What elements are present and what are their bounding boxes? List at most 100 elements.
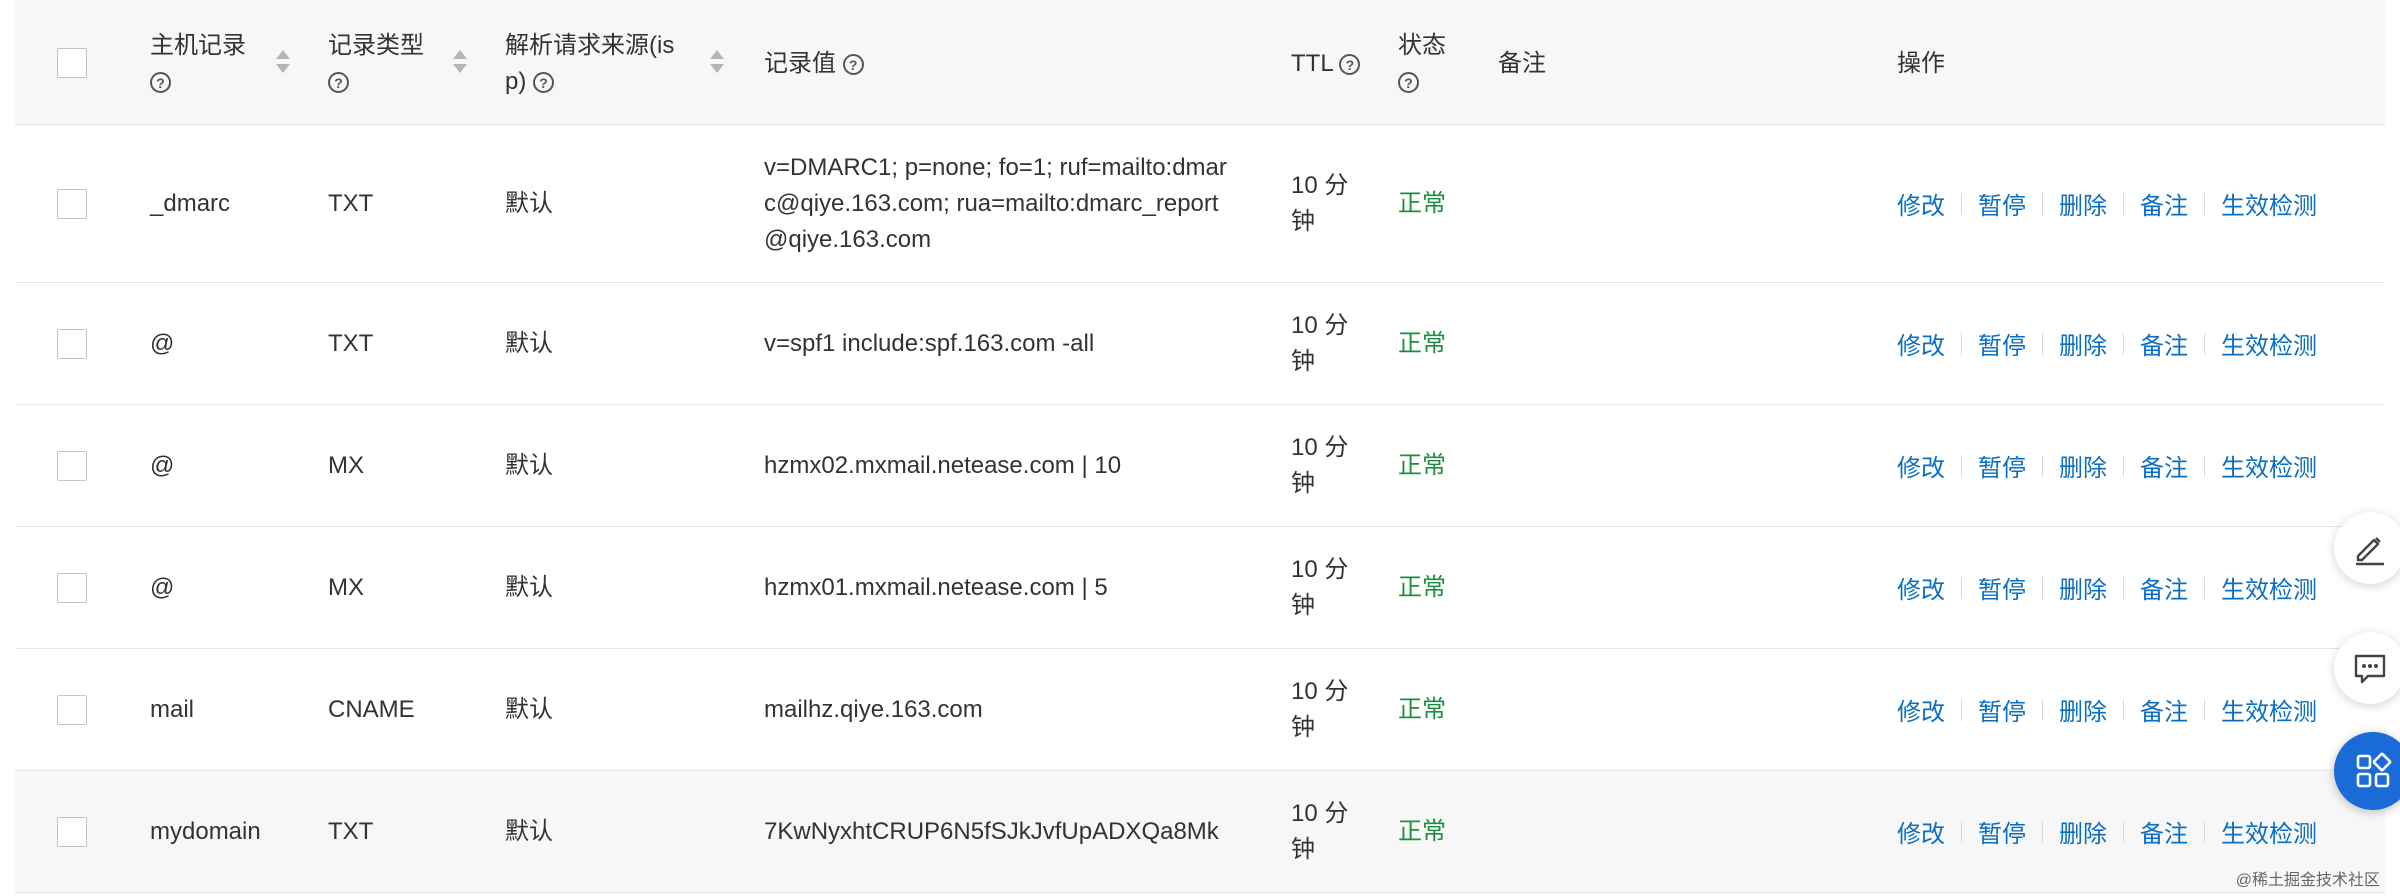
help-icon[interactable]: ? [328, 72, 349, 94]
host-cell: _dmarc [150, 190, 231, 217]
table-header: 主机记录 ? 记录类型 ? 解析请求来源(is p) ? 记录值 ? TTL ?… [15, 0, 2385, 125]
edit-link[interactable]: 修改 [1897, 448, 1945, 483]
action-divider [1961, 576, 1962, 599]
sort-icon[interactable] [275, 48, 291, 76]
comment-float-button[interactable] [2334, 632, 2400, 704]
help-icon[interactable]: ? [842, 54, 864, 76]
value-line: v=spf1 include:spf.163.com -all [764, 330, 1095, 357]
ttl-line: 10 分 [1291, 312, 1349, 339]
delete-link[interactable]: 删除 [2059, 186, 2107, 221]
host-cell: @ [150, 330, 175, 357]
sort-icon[interactable] [452, 48, 468, 76]
table-row: @ MX 默认 hzmx02.mxmail.netease.com | 10 10 分钟… [15, 405, 2385, 527]
pause-link[interactable]: 暂停 [1978, 448, 2026, 483]
watermark: @稀土掘金技术社区 [2235, 872, 2380, 889]
action-divider [2123, 192, 2124, 215]
edit-link[interactable]: 修改 [1897, 692, 1945, 727]
pause-link[interactable]: 暂停 [1978, 570, 2026, 605]
value-cell: hzmx01.mxmail.netease.com | 5 [764, 570, 1108, 606]
status-cell: 正常 [1398, 696, 1446, 723]
value-line: c@qiye.163.com; rua=mailto:dmarc_report [764, 190, 1219, 217]
value-cell: v=DMARC1; p=none; fo=1; ruf=mailto:dmar c… [764, 150, 1227, 258]
action-divider [2204, 454, 2205, 477]
delete-link[interactable]: 删除 [2059, 448, 2107, 483]
col-status-header: 状态 ? [1398, 28, 1446, 100]
edit-float-button[interactable] [2334, 512, 2400, 584]
verify-link[interactable]: 生效检测 [2221, 692, 2317, 727]
type-cell: TXT [328, 818, 374, 845]
remark-link[interactable]: 备注 [2140, 186, 2188, 221]
action-divider [2042, 192, 2043, 215]
value-line: 7KwNyxhtCRUP6N5fSJkJvfUpADXQa8Mk [764, 818, 1219, 845]
verify-link[interactable]: 生效检测 [2221, 186, 2317, 221]
ttl-cell: 10 分钟 [1291, 552, 1348, 624]
action-divider [2204, 332, 2205, 355]
row-checkbox[interactable] [57, 817, 87, 847]
sort-icon[interactable] [709, 48, 725, 76]
action-divider [2123, 332, 2124, 355]
action-divider [2123, 698, 2124, 721]
pause-link[interactable]: 暂停 [1978, 692, 2026, 727]
help-icon[interactable]: ? [150, 72, 171, 94]
verify-link[interactable]: 生效检测 [2221, 326, 2317, 361]
action-divider [1961, 454, 1962, 477]
action-divider [2123, 576, 2124, 599]
pause-link[interactable]: 暂停 [1978, 186, 2026, 221]
col-type-header: 记录类型 ? [328, 28, 424, 100]
table-row: @ TXT 默认 v=spf1 include:spf.163.com -all 10 … [15, 283, 2385, 405]
ttl-cell: 10 分钟 [1291, 430, 1348, 502]
action-divider [2123, 454, 2124, 477]
edit-link[interactable]: 修改 [1897, 570, 1945, 605]
col-value-header: 记录值 ? [764, 46, 864, 82]
value-line: v=DMARC1; p=none; fo=1; ruf=mailto:dmar [764, 154, 1227, 181]
row-actions: 修改 暂停 删除 备注 生效检测 [1897, 186, 2317, 221]
row-actions: 修改 暂停 删除 备注 生效检测 [1897, 326, 2317, 361]
row-checkbox[interactable] [57, 189, 87, 219]
table-body: _dmarc TXT 默认 v=DMARC1; p=none; fo=1; ruf=m… [15, 125, 2385, 893]
value-cell: mailhz.qiye.163.com [764, 692, 983, 728]
action-divider [2204, 576, 2205, 599]
remark-link[interactable]: 备注 [2140, 570, 2188, 605]
ttl-line: 钟 [1291, 208, 1315, 235]
edit-link[interactable]: 修改 [1897, 186, 1945, 221]
row-checkbox[interactable] [57, 451, 87, 481]
verify-link[interactable]: 生效检测 [2221, 448, 2317, 483]
type-cell: TXT [328, 330, 374, 357]
col-isp-header: 解析请求来源(is p) ? [505, 32, 675, 95]
select-all-checkbox[interactable] [57, 48, 87, 78]
delete-link[interactable]: 删除 [2059, 692, 2107, 727]
help-icon[interactable]: ? [1398, 72, 1419, 94]
pause-link[interactable]: 暂停 [1978, 326, 2026, 361]
row-checkbox[interactable] [57, 695, 87, 725]
remark-link[interactable]: 备注 [2140, 692, 2188, 727]
verify-link[interactable]: 生效检测 [2221, 814, 2317, 849]
help-icon[interactable]: ? [533, 72, 555, 94]
row-actions: 修改 暂停 删除 备注 生效检测 [1897, 692, 2317, 727]
status-cell: 正常 [1398, 330, 1446, 357]
row-checkbox[interactable] [57, 573, 87, 603]
remark-link[interactable]: 备注 [2140, 814, 2188, 849]
table-row: mydomain TXT 默认 7KwNyxhtCRUP6N5fSJkJvfUpADX… [15, 771, 2385, 893]
col-host-header: 主机记录 ? [150, 28, 246, 100]
remark-link[interactable]: 备注 [2140, 326, 2188, 361]
delete-link[interactable]: 删除 [2059, 814, 2107, 849]
help-icon[interactable]: ? [1339, 54, 1361, 76]
action-divider [2204, 820, 2205, 843]
comment-icon [2354, 654, 2386, 684]
ttl-cell: 10 分钟 [1291, 168, 1348, 240]
ttl-cell: 10 分钟 [1291, 796, 1348, 868]
pause-link[interactable]: 暂停 [1978, 814, 2026, 849]
edit-link[interactable]: 修改 [1897, 814, 1945, 849]
ttl-line: 10 分 [1291, 678, 1349, 705]
delete-link[interactable]: 删除 [2059, 326, 2107, 361]
verify-link[interactable]: 生效检测 [2221, 570, 2317, 605]
host-cell: @ [150, 574, 175, 601]
isp-cell: 默认 [505, 574, 553, 601]
table-row: _dmarc TXT 默认 v=DMARC1; p=none; fo=1; ruf=m… [15, 125, 2385, 283]
value-cell: v=spf1 include:spf.163.com -all [764, 326, 1094, 362]
isp-cell: 默认 [505, 190, 553, 217]
edit-link[interactable]: 修改 [1897, 326, 1945, 361]
delete-link[interactable]: 删除 [2059, 570, 2107, 605]
row-checkbox[interactable] [57, 329, 87, 359]
remark-link[interactable]: 备注 [2140, 448, 2188, 483]
